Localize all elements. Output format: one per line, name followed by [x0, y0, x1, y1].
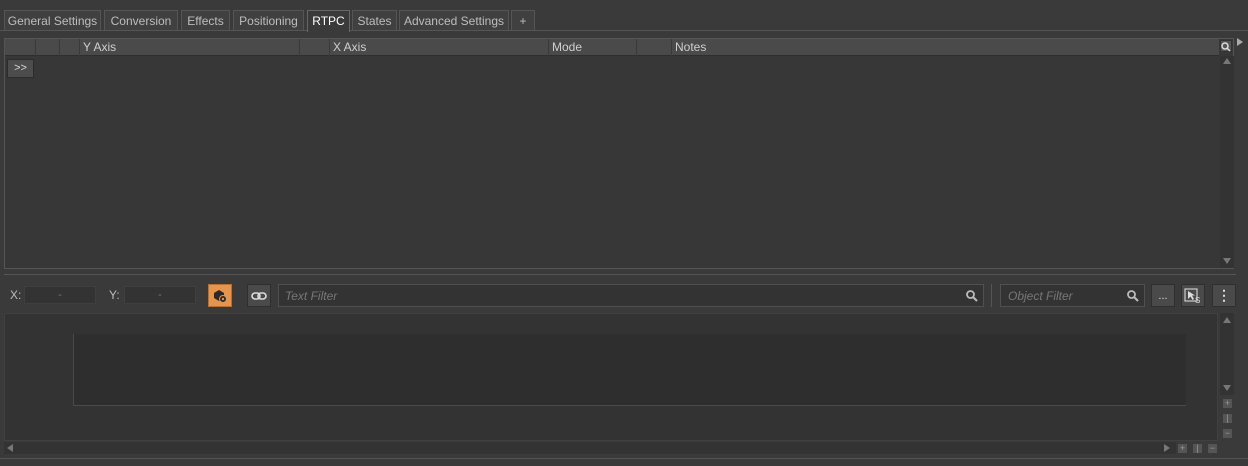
y-value-field[interactable]: - — [124, 286, 196, 304]
panel-divider[interactable] — [4, 274, 1236, 275]
horizontal-zoom-fit-icon[interactable]: | — [1192, 443, 1203, 454]
scroll-left-icon[interactable] — [7, 444, 13, 452]
column-header-select[interactable] — [5, 39, 36, 56]
object-search-icon — [1127, 290, 1139, 302]
magnifier-icon — [1221, 42, 1231, 52]
object-filter-field[interactable] — [1000, 284, 1145, 307]
vertical-zoom-out-icon[interactable]: − — [1222, 428, 1233, 439]
vertical-zoom-fit-icon[interactable]: | — [1222, 413, 1233, 424]
tab-effects[interactable]: Effects — [181, 10, 230, 31]
tab-conversion[interactable]: Conversion — [104, 10, 178, 31]
rtpc-grid: Y Axis X Axis Mode Notes >> — [4, 38, 1234, 269]
expand-button[interactable]: >> — [7, 59, 34, 78]
scroll-up-icon[interactable] — [1223, 58, 1231, 64]
tab-advanced-settings[interactable]: Advanced Settings — [399, 10, 509, 31]
svg-text:S: S — [1195, 296, 1200, 304]
horizontal-zoom-out-icon[interactable]: − — [1207, 443, 1218, 454]
column-header-y-axis[interactable]: Y Axis — [80, 39, 300, 56]
add-tab-button[interactable]: + — [511, 10, 535, 31]
x-label: X: — [10, 288, 22, 302]
column-header-mode[interactable]: Mode — [549, 39, 637, 56]
column-header-notes[interactable]: Notes — [672, 39, 1219, 56]
column-header-bypass[interactable] — [36, 39, 60, 56]
scroll-right-icon[interactable] — [1164, 444, 1170, 452]
text-filter-field[interactable] — [278, 284, 984, 307]
more-options-button[interactable]: ... — [1151, 284, 1175, 307]
x-value-field[interactable]: - — [24, 286, 96, 304]
object-filter-input[interactable] — [1001, 285, 1144, 306]
show-selected-button[interactable] — [208, 284, 232, 307]
tab-bar: General Settings Conversion Effects Posi… — [0, 0, 1248, 32]
text-filter-input[interactable] — [279, 285, 983, 306]
column-header-blank[interactable] — [637, 39, 672, 56]
grid-search-button[interactable] — [1220, 40, 1232, 52]
link-icon — [251, 291, 267, 300]
tab-positioning[interactable]: Positioning — [233, 10, 304, 31]
curve-graph-area[interactable] — [73, 334, 1186, 406]
bottom-border — [0, 458, 1248, 466]
cube-tag-icon — [214, 289, 227, 303]
curve-horizontal-scrollbar[interactable] — [4, 442, 1176, 454]
column-header-x-icon[interactable] — [300, 39, 330, 56]
tab-general-settings[interactable]: General Settings — [4, 10, 101, 31]
column-header-x-axis[interactable]: X Axis — [330, 39, 549, 56]
tab-rtpc[interactable]: RTPC — [307, 10, 350, 32]
curve-scroll-up-icon[interactable] — [1223, 317, 1231, 323]
tab-underline — [0, 30, 1248, 31]
menu-button[interactable]: ⋮ — [1212, 284, 1236, 307]
cursor-s-icon: S — [1184, 287, 1200, 304]
link-button[interactable] — [247, 284, 271, 307]
collapse-panel-icon[interactable] — [1237, 38, 1243, 46]
curve-editor — [4, 313, 1218, 441]
y-label: Y: — [109, 288, 120, 302]
tab-states[interactable]: States — [352, 10, 397, 31]
scroll-down-icon[interactable] — [1223, 258, 1231, 264]
curve-scroll-down-icon[interactable] — [1223, 385, 1231, 391]
column-header-icon[interactable] — [60, 39, 80, 56]
toolbar-separator — [991, 284, 992, 307]
curve-vertical-scrollbar[interactable] — [1220, 313, 1234, 395]
horizontal-zoom-in-icon[interactable]: + — [1177, 443, 1188, 454]
grid-vertical-scrollbar[interactable] — [1220, 56, 1234, 268]
select-state-button[interactable]: S — [1181, 284, 1205, 307]
search-icon — [966, 290, 978, 302]
grid-header: Y Axis X Axis Mode Notes — [5, 39, 1219, 56]
vertical-zoom-in-icon[interactable]: + — [1222, 398, 1233, 409]
